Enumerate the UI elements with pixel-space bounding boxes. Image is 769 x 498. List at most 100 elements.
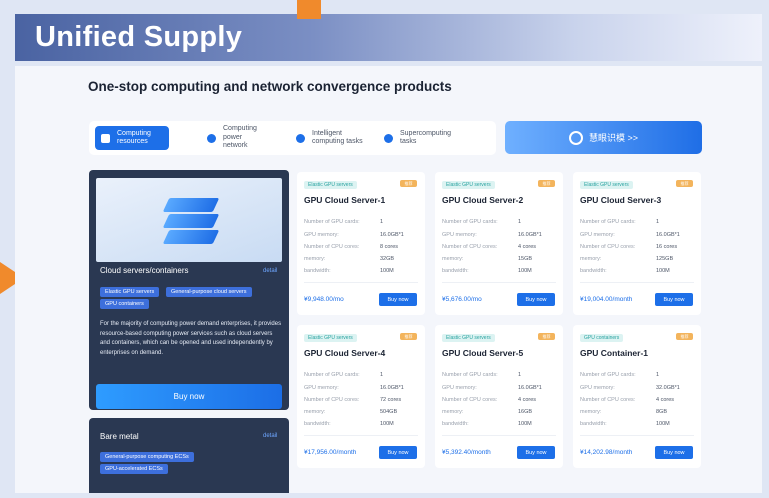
spec-label: Number of GPU cards: [442, 372, 498, 378]
title-banner: Unified Supply [15, 14, 762, 61]
spec-value: 16.0GB*1 [518, 385, 542, 391]
spec-label: GPU memory: [442, 385, 477, 391]
chip-elastic-gpu[interactable]: Elastic GPU servers [100, 287, 160, 297]
spec-value: 32.0GB*1 [656, 385, 680, 391]
spec-value: 16GB [518, 409, 533, 415]
spec-value: 100M [380, 421, 394, 427]
spec-value: 100M [518, 268, 532, 274]
spec-value: 8GB [656, 409, 668, 415]
buy-now-button[interactable]: Buy now [379, 293, 417, 306]
category-tag: Elastic GPU servers [442, 334, 495, 342]
spec-label: memory: [304, 409, 326, 415]
recommended-badge: 推荐 [400, 180, 417, 187]
spec-value: 1 [380, 219, 384, 225]
buy-now-button[interactable]: Buy now [517, 446, 555, 459]
buy-now-button[interactable]: Buy now [655, 446, 693, 459]
orange-marker [297, 0, 321, 19]
spec-label: bandwidth: [580, 421, 607, 427]
product-card[interactable]: Elastic GPU servers 推荐 GPU Cloud Server-1 N… [297, 172, 425, 315]
product-card[interactable]: Elastic GPU servers 推荐 GPU Cloud Server-5 N… [435, 325, 563, 468]
product-name: GPU Container-1 [580, 348, 649, 358]
spec-label: Number of CPU cores: [580, 244, 636, 250]
spec-label: Number of CPU cores: [442, 244, 498, 250]
detail-link[interactable]: detail [263, 268, 277, 274]
buy-now-button[interactable]: Buy now [655, 293, 693, 306]
spec-value: 72 cores [380, 397, 402, 403]
spec-label: bandwidth: [442, 268, 469, 274]
spec-value: 100M [380, 268, 394, 274]
detail-link[interactable]: detail [263, 433, 277, 439]
product-price: ¥14,202.98/month [580, 449, 633, 456]
spec-label: bandwidth: [304, 421, 331, 427]
chip-gpu-accelerated-ecs[interactable]: GPU-accelerated ECSs [100, 464, 168, 474]
divider [580, 282, 694, 283]
spec-value: 100M [518, 421, 532, 427]
spec-value: 8 cores [380, 244, 399, 250]
buy-now-button[interactable]: Buy now [96, 384, 282, 409]
banner-title: Unified Supply [35, 21, 243, 53]
promo-label: 慧眼识模 >> [588, 133, 638, 143]
recommended-badge: 推荐 [538, 333, 555, 340]
server-stack-icon [162, 230, 220, 244]
category-tag: Elastic GPU servers [442, 181, 495, 189]
chip-icon [296, 133, 305, 143]
spec-value: 100M [656, 268, 670, 274]
spec-label: Number of GPU cards: [442, 219, 498, 225]
divider [442, 435, 556, 436]
spec-value: 1 [656, 219, 660, 225]
spec-value: 125GB [656, 256, 674, 262]
divider [442, 282, 556, 283]
product-card[interactable]: Elastic GPU servers 推荐 GPU Cloud Server-4 N… [297, 325, 425, 468]
product-card[interactable]: Elastic GPU servers 推荐 GPU Cloud Server-3 N… [573, 172, 701, 315]
tab-computing-power-network[interactable]: Computing power network [207, 125, 267, 150]
buy-now-button[interactable]: Buy now [517, 293, 555, 306]
spec-label: bandwidth: [442, 421, 469, 427]
buy-now-button[interactable]: Buy now [379, 446, 417, 459]
tab-computing-resources[interactable]: Computing resources [95, 126, 169, 150]
spec-value: 16.0GB*1 [656, 232, 680, 238]
category-tag: Elastic GPU servers [304, 334, 357, 342]
bare-metal-title: Bare metal [100, 432, 139, 441]
tab-intelligent-computing-tasks[interactable]: Intelligent computing tasks [296, 126, 370, 150]
spec-value: 16.0GB*1 [518, 232, 542, 238]
product-name: GPU Cloud Server-1 [304, 195, 386, 205]
chip-general-purpose-ecs[interactable]: General-purpose computing ECSs [100, 452, 194, 462]
spec-value: 1 [380, 372, 384, 378]
spec-label: memory: [304, 256, 326, 262]
category-tag: Elastic GPU servers [304, 181, 357, 189]
spec-label: memory: [442, 256, 464, 262]
spec-value: 16 cores [656, 244, 678, 250]
tab-label: Computing resources [117, 129, 151, 145]
recommended-badge: 推荐 [676, 180, 693, 187]
promo-banner-button[interactable]: 慧眼识模 >> [505, 121, 702, 154]
category-tag: GPU containers [580, 334, 624, 342]
server-icon [101, 133, 110, 143]
spec-value: 1 [518, 219, 522, 225]
server-illustration [96, 178, 282, 262]
spec-label: Number of CPU cores: [580, 397, 636, 403]
product-price: ¥17,956.00/month [304, 449, 357, 456]
server-stack-icon [162, 214, 220, 228]
product-card[interactable]: Elastic GPU servers 推荐 GPU Cloud Server-2 N… [435, 172, 563, 315]
spec-label: bandwidth: [580, 268, 607, 274]
spec-label: Number of CPU cores: [304, 397, 360, 403]
spec-value: 15GB [518, 256, 533, 262]
spec-label: Number of GPU cards: [304, 372, 360, 378]
spec-label: GPU memory: [304, 232, 339, 238]
product-name: GPU Cloud Server-2 [442, 195, 524, 205]
product-card[interactable]: GPU containers 推荐 GPU Container-1 Number of… [573, 325, 701, 468]
recommended-badge: 推荐 [676, 333, 693, 340]
chip-gpu-containers[interactable]: GPU containers [100, 299, 149, 309]
server-stack-icon [162, 198, 220, 212]
product-price: ¥5,392.40/month [442, 449, 491, 456]
product-name: GPU Cloud Server-4 [304, 348, 386, 358]
network-icon [207, 133, 216, 143]
divider [304, 282, 418, 283]
spec-label: GPU memory: [304, 385, 339, 391]
product-name: GPU Cloud Server-5 [442, 348, 524, 358]
tab-supercomputing-tasks[interactable]: Supercomputing tasks [384, 126, 456, 150]
spec-value: 100M [656, 421, 670, 427]
spec-value: 16.0GB*1 [380, 385, 404, 391]
chip-general-purpose[interactable]: General-purpose cloud servers [166, 287, 252, 297]
spec-label: Number of GPU cards: [580, 219, 636, 225]
